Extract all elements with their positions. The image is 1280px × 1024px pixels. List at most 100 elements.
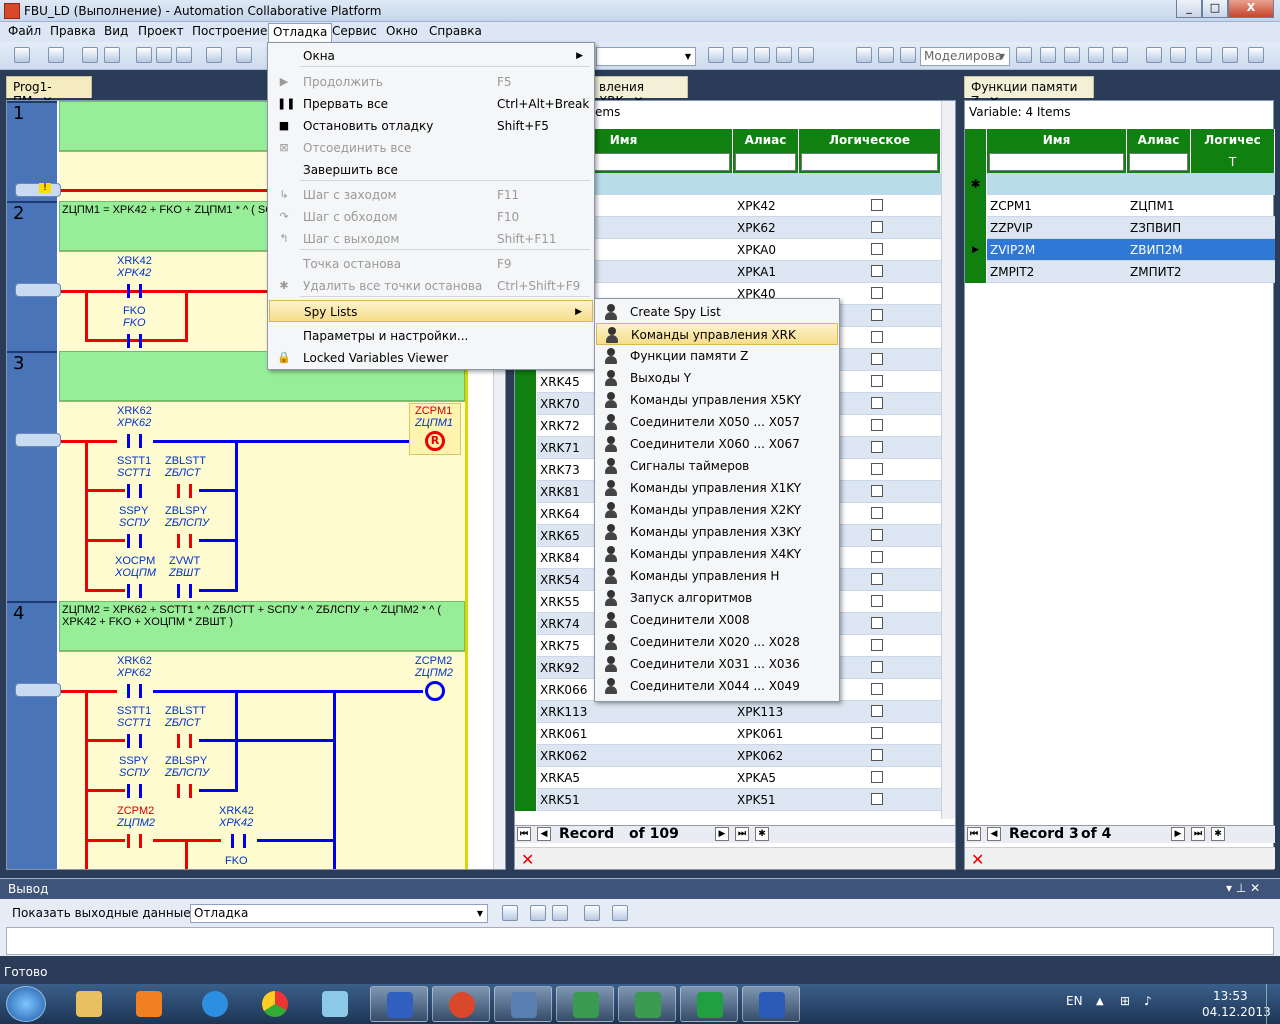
menu-file[interactable]: Файл <box>8 24 41 38</box>
cut-icon[interactable] <box>136 47 152 63</box>
spy-list-item[interactable]: Сигналы таймеров <box>596 455 838 477</box>
download-icon[interactable] <box>1146 47 1162 63</box>
column-header-value[interactable]: Логическое значение <box>799 129 941 169</box>
tray-arrow-icon[interactable]: ▲ <box>1096 996 1104 1007</box>
column-header-name[interactable]: Имя <box>987 129 1127 151</box>
value-checkbox[interactable] <box>871 727 883 739</box>
contact-xrk62[interactable] <box>117 684 153 698</box>
value-checkbox[interactable] <box>871 287 883 299</box>
explorer-icon[interactable] <box>754 47 770 63</box>
first-record-icon[interactable]: ⏮ <box>967 827 981 841</box>
tools-icon[interactable] <box>776 47 792 63</box>
first-record-icon[interactable]: ⏮ <box>517 827 531 841</box>
debug-menu-item[interactable]: ■ Остановить отладку Shift+F5 <box>269 115 593 137</box>
grid-scrollbar[interactable] <box>941 101 955 819</box>
spy-list-item[interactable]: Соединители X008 <box>596 609 838 631</box>
filter-row[interactable] <box>1127 151 1191 173</box>
taskbar-network[interactable] <box>494 986 552 1022</box>
debug-menu-item[interactable]: Точка останова F9 <box>269 253 593 275</box>
value-checkbox[interactable] <box>871 221 883 233</box>
save-icon[interactable] <box>82 47 98 63</box>
debug-menu-item[interactable]: ❚❚ Прервать все Ctrl+Alt+Break <box>269 93 593 115</box>
new-record-icon[interactable]: ✱ <box>755 827 769 841</box>
new-record-icon[interactable]: ✱ <box>1211 827 1225 841</box>
maximize-button[interactable]: □ <box>1202 0 1228 18</box>
show-desktop-button[interactable] <box>1266 984 1280 1024</box>
layout-icon[interactable] <box>900 47 916 63</box>
spy-list-item[interactable]: Запуск алгоритмов <box>596 587 838 609</box>
menu-edit[interactable]: Правка <box>50 24 96 38</box>
filter-row[interactable] <box>799 151 941 173</box>
menu-service[interactable]: Сервис <box>332 24 377 38</box>
prev-message-icon[interactable] <box>530 905 546 921</box>
table-row[interactable]: XRK113 XPK113 <box>515 701 941 723</box>
tab-spy-xrk[interactable]: вления XRK✕ <box>592 76 688 108</box>
taskbar-app[interactable] <box>306 986 364 1022</box>
next-message-icon[interactable] <box>552 905 568 921</box>
grid-icon[interactable] <box>856 47 872 63</box>
debug-menu-item[interactable]: Spy Lists ▶ <box>269 300 593 322</box>
value-checkbox[interactable] <box>871 199 883 211</box>
output-coil[interactable] <box>425 681 445 701</box>
spy-list-item[interactable]: Команды управления X3KY <box>596 521 838 543</box>
value-checkbox[interactable] <box>871 309 883 321</box>
last-record-icon[interactable]: ⏭ <box>735 827 749 841</box>
paste-icon[interactable] <box>176 47 192 63</box>
value-checkbox[interactable] <box>871 705 883 717</box>
contact-zvwt[interactable] <box>167 584 203 598</box>
step-out-icon[interactable] <box>1112 47 1128 63</box>
copy-icon[interactable] <box>156 47 172 63</box>
value-checkbox[interactable] <box>871 639 883 651</box>
spy-list-item[interactable]: Соединители X044 ... X049 <box>596 675 838 697</box>
value-checkbox[interactable] <box>871 375 883 387</box>
table-row[interactable]: ▶ ZVIP2M ZВИП2М <box>965 239 1275 261</box>
debug-menu-item[interactable]: ⊠ Отсоединить все <box>269 137 593 159</box>
menu-view[interactable]: Вид <box>104 24 128 38</box>
menu-help[interactable]: Справка <box>429 24 482 38</box>
tab-memory-z[interactable]: Функции памяти Z✕ <box>964 76 1094 108</box>
value-checkbox[interactable] <box>871 529 883 541</box>
spy-list-item[interactable]: Команды управления X2KY <box>596 499 838 521</box>
value-checkbox[interactable] <box>871 661 883 673</box>
contact-xrk42[interactable] <box>221 834 257 848</box>
table-row[interactable]: XRK061 XPK061 <box>515 723 941 745</box>
minimize-button[interactable]: _ <box>1176 0 1202 18</box>
value-checkbox[interactable] <box>871 485 883 497</box>
contact-xrk62[interactable] <box>117 434 153 448</box>
debug-menu-item[interactable]: Завершить все <box>269 159 593 181</box>
list-icon[interactable] <box>878 47 894 63</box>
table-row[interactable]: XRK062 XPK062 <box>515 745 941 767</box>
value-checkbox[interactable] <box>871 441 883 453</box>
spy-list-item[interactable]: Соединители X050 ... X057 <box>596 411 838 433</box>
filter-row[interactable] <box>987 151 1127 173</box>
contact-sspy[interactable] <box>117 784 153 798</box>
contact-sstt1[interactable] <box>117 484 153 498</box>
undo-icon[interactable] <box>206 47 222 63</box>
value-checkbox[interactable] <box>871 683 883 695</box>
table-row[interactable]: ZCPM1 ZЦПМ1 <box>965 195 1275 217</box>
value-checkbox[interactable] <box>871 573 883 585</box>
value-checkbox[interactable] <box>871 463 883 475</box>
contact-zblstt[interactable] <box>167 484 203 498</box>
options-icon[interactable] <box>798 47 814 63</box>
menu-debug[interactable]: Отладка <box>268 23 333 42</box>
table-row[interactable]: XRK51 XPK51 <box>515 789 941 811</box>
panel-pin-icon[interactable]: ▾ ⊥ ✕ <box>1226 881 1260 895</box>
next-record-icon[interactable]: ▶ <box>715 827 729 841</box>
taskbar-save[interactable] <box>370 986 428 1022</box>
taskbar-ie[interactable] <box>186 986 244 1022</box>
value-checkbox[interactable] <box>871 419 883 431</box>
debug-menu-item[interactable]: ✱ Удалить все точки останова Ctrl+Shift+F9 <box>269 275 593 297</box>
value-checkbox[interactable] <box>871 749 883 761</box>
clock-time[interactable]: 13:53 <box>1213 989 1248 1003</box>
contact-zblstt[interactable] <box>167 734 203 748</box>
connect-icon[interactable] <box>1196 47 1212 63</box>
language-indicator[interactable]: EN <box>1066 994 1083 1008</box>
volume-icon[interactable]: ♪ <box>1144 994 1152 1008</box>
contact-zblspy[interactable] <box>167 784 203 798</box>
new-row[interactable]: ✱ <box>965 173 1275 195</box>
value-checkbox[interactable] <box>871 243 883 255</box>
value-checkbox[interactable] <box>871 353 883 365</box>
solution-config-combo[interactable]: ▼ <box>596 47 696 66</box>
spy-list-item[interactable]: Команды управления X1KY <box>596 477 838 499</box>
